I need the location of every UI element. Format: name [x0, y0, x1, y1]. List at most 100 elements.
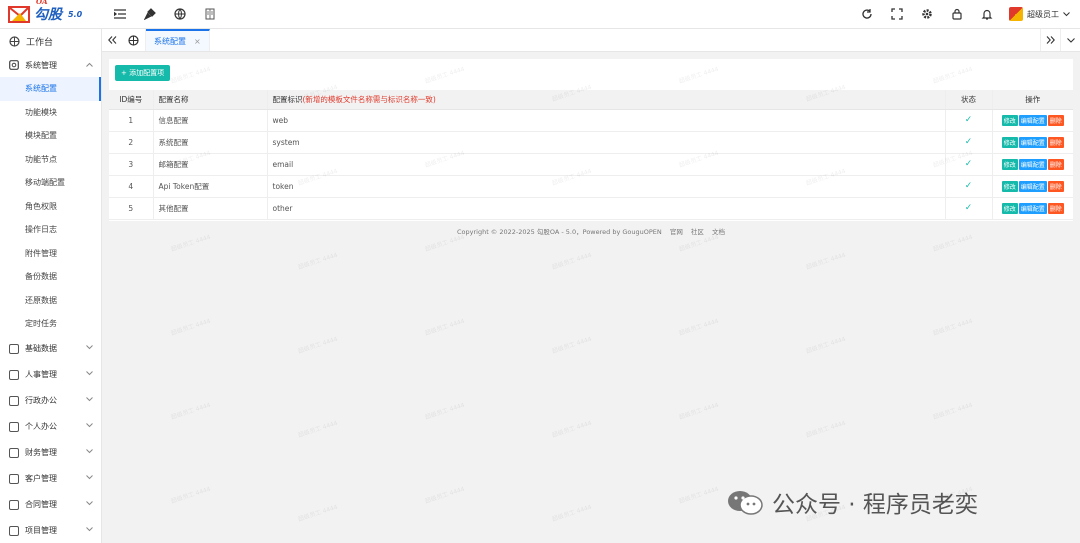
delete-button[interactable]: 删除 [1047, 136, 1064, 148]
edit-config-button[interactable]: 编辑配置 [1018, 202, 1047, 214]
edit-config-button[interactable]: 编辑配置 [1018, 136, 1047, 148]
sidebar-group-customer[interactable]: 客户管理 [0, 466, 101, 492]
cell-ops: 修改 编辑配置 删除 [991, 109, 1073, 132]
sidebar-item-function-module[interactable]: 功能模块 [0, 101, 101, 125]
cell-id: 3 [109, 153, 153, 176]
watermark-text: 超级员工 4444 [424, 401, 466, 422]
book-icon[interactable] [202, 6, 218, 22]
table-row: 5 其他配置 other ✓ 修改 编辑配置 删除 [109, 197, 1073, 220]
refresh-icon[interactable] [859, 6, 875, 22]
sidebar-item-attachments[interactable]: 附件管理 [0, 242, 101, 266]
tab-menu-button[interactable] [1060, 29, 1080, 51]
footer-link-community[interactable]: 社区 [691, 228, 704, 236]
sidebar-item-workbench[interactable]: 工作台 [0, 29, 101, 53]
column-header-name: 配置名称 [152, 90, 267, 110]
chevron-down-icon [1063, 11, 1070, 16]
cell-status: ✓ [944, 131, 992, 154]
website-icon[interactable] [172, 6, 188, 22]
hr-icon [9, 369, 19, 380]
check-icon: ✓ [964, 137, 973, 147]
watermark-text: 超级员工 4444 [805, 419, 847, 440]
sidebar-group-label: 基础数据 [25, 344, 57, 353]
app-logo[interactable]: OA 勾股 5.0 [0, 0, 102, 29]
sidebar-group-label: 项目管理 [25, 526, 57, 535]
sidebar-item-cron[interactable]: 定时任务 [0, 312, 101, 336]
double-chevron-right-icon [1046, 36, 1055, 44]
edit-button[interactable]: 修改 [1001, 136, 1018, 148]
sidebar-item-module-config[interactable]: 模块配置 [0, 124, 101, 148]
sidebar-item-operation-log[interactable]: 操作日志 [0, 218, 101, 242]
edit-button[interactable]: 修改 [1001, 158, 1018, 170]
close-icon[interactable]: × [194, 37, 201, 46]
delete-button[interactable]: 删除 [1047, 180, 1064, 192]
sidebar-group-label: 合同管理 [25, 500, 57, 509]
cell-name: Api Token配置 [152, 175, 267, 198]
chevron-down-icon [86, 344, 93, 349]
tab-scroll-left-button[interactable] [102, 29, 122, 51]
table-header-row: ID编号 配置名称 配置标识(新增的模板文件名称需与标识名称一致) 状态 操作 [109, 90, 1073, 110]
watermark-text: 超级员工 4444 [297, 251, 339, 272]
tab-label: 系统配置 [154, 36, 186, 46]
sidebar-group-contract[interactable]: 合同管理 [0, 492, 101, 518]
sidebar-item-label: 工作台 [26, 37, 54, 48]
cell-ops: 修改 编辑配置 删除 [991, 153, 1073, 176]
footer-link-docs[interactable]: 文档 [712, 228, 725, 236]
settings-icon[interactable] [919, 6, 935, 22]
chevron-down-icon [86, 422, 93, 427]
sidebar-group-project[interactable]: 项目管理 [0, 518, 101, 543]
sidebar-group-label: 行政办公 [25, 396, 57, 405]
bell-icon[interactable] [979, 6, 995, 22]
cell-status: ✓ [944, 197, 992, 220]
delete-button[interactable]: 删除 [1047, 158, 1064, 170]
chevron-down-icon [1066, 37, 1075, 43]
edit-config-button[interactable]: 编辑配置 [1018, 180, 1047, 192]
sidebar-item-role-permission[interactable]: 角色权限 [0, 195, 101, 219]
edit-config-button[interactable]: 编辑配置 [1018, 114, 1047, 126]
cell-name: 信息配置 [152, 109, 267, 132]
sidebar-group-admin[interactable]: 行政办公 [0, 388, 101, 414]
avatar [1009, 7, 1023, 21]
tab-system-config[interactable]: 系统配置 × [146, 29, 210, 51]
user-menu[interactable]: 超级员工 [1009, 7, 1070, 21]
top-bar: OA 勾股 5.0 超级员工 [0, 0, 1080, 29]
cell-ops: 修改 编辑配置 删除 [991, 197, 1073, 220]
sidebar-item-system-config[interactable]: 系统配置 [0, 77, 101, 101]
watermark-text: 超级员工 4444 [805, 251, 847, 272]
finance-icon [9, 447, 19, 458]
lock-icon[interactable] [949, 6, 965, 22]
watermark-text: 超级员工 4444 [678, 317, 720, 338]
sidebar-group-personal[interactable]: 个人办公 [0, 414, 101, 440]
column-header-key-hint: (新增的模板文件名称需与标识名称一致) [302, 94, 436, 104]
menu-toggle-icon[interactable] [112, 6, 128, 22]
clear-cache-icon[interactable] [142, 6, 158, 22]
sidebar-group-finance[interactable]: 财务管理 [0, 440, 101, 466]
basic-data-icon [9, 343, 19, 354]
logo-sub: OA [36, 0, 48, 6]
edit-button[interactable]: 修改 [1001, 114, 1018, 126]
sidebar-item-mobile-config[interactable]: 移动端配置 [0, 171, 101, 195]
fullscreen-icon[interactable] [889, 6, 905, 22]
tab-home[interactable] [122, 29, 146, 51]
wechat-icon [726, 489, 764, 515]
sidebar-item-backup[interactable]: 备份数据 [0, 265, 101, 289]
edit-button[interactable]: 修改 [1001, 180, 1018, 192]
cell-key: token [266, 175, 945, 198]
sidebar-item-function-node[interactable]: 功能节点 [0, 148, 101, 172]
sidebar-group-system[interactable]: 系统管理 [0, 53, 101, 77]
edit-button[interactable]: 修改 [1001, 202, 1018, 214]
delete-button[interactable]: 删除 [1047, 114, 1064, 126]
add-config-button[interactable]: + 添加配置项 [115, 65, 171, 81]
cell-id: 2 [109, 131, 153, 154]
delete-button[interactable]: 删除 [1047, 202, 1064, 214]
edit-config-button[interactable]: 编辑配置 [1018, 158, 1047, 170]
column-header-ops: 操作 [991, 90, 1073, 110]
watermark-text: 超级员工 4444 [551, 335, 593, 356]
cell-status: ✓ [944, 153, 992, 176]
cell-status: ✓ [944, 109, 992, 132]
sidebar-item-restore[interactable]: 还原数据 [0, 289, 101, 313]
sidebar-group-hr[interactable]: 人事管理 [0, 362, 101, 388]
tab-scroll-right-button[interactable] [1040, 29, 1060, 51]
sidebar-group-basic-data[interactable]: 基础数据 [0, 336, 101, 362]
footer-link-website[interactable]: 官网 [670, 228, 683, 236]
tab-bar: 系统配置 × [102, 29, 1080, 52]
